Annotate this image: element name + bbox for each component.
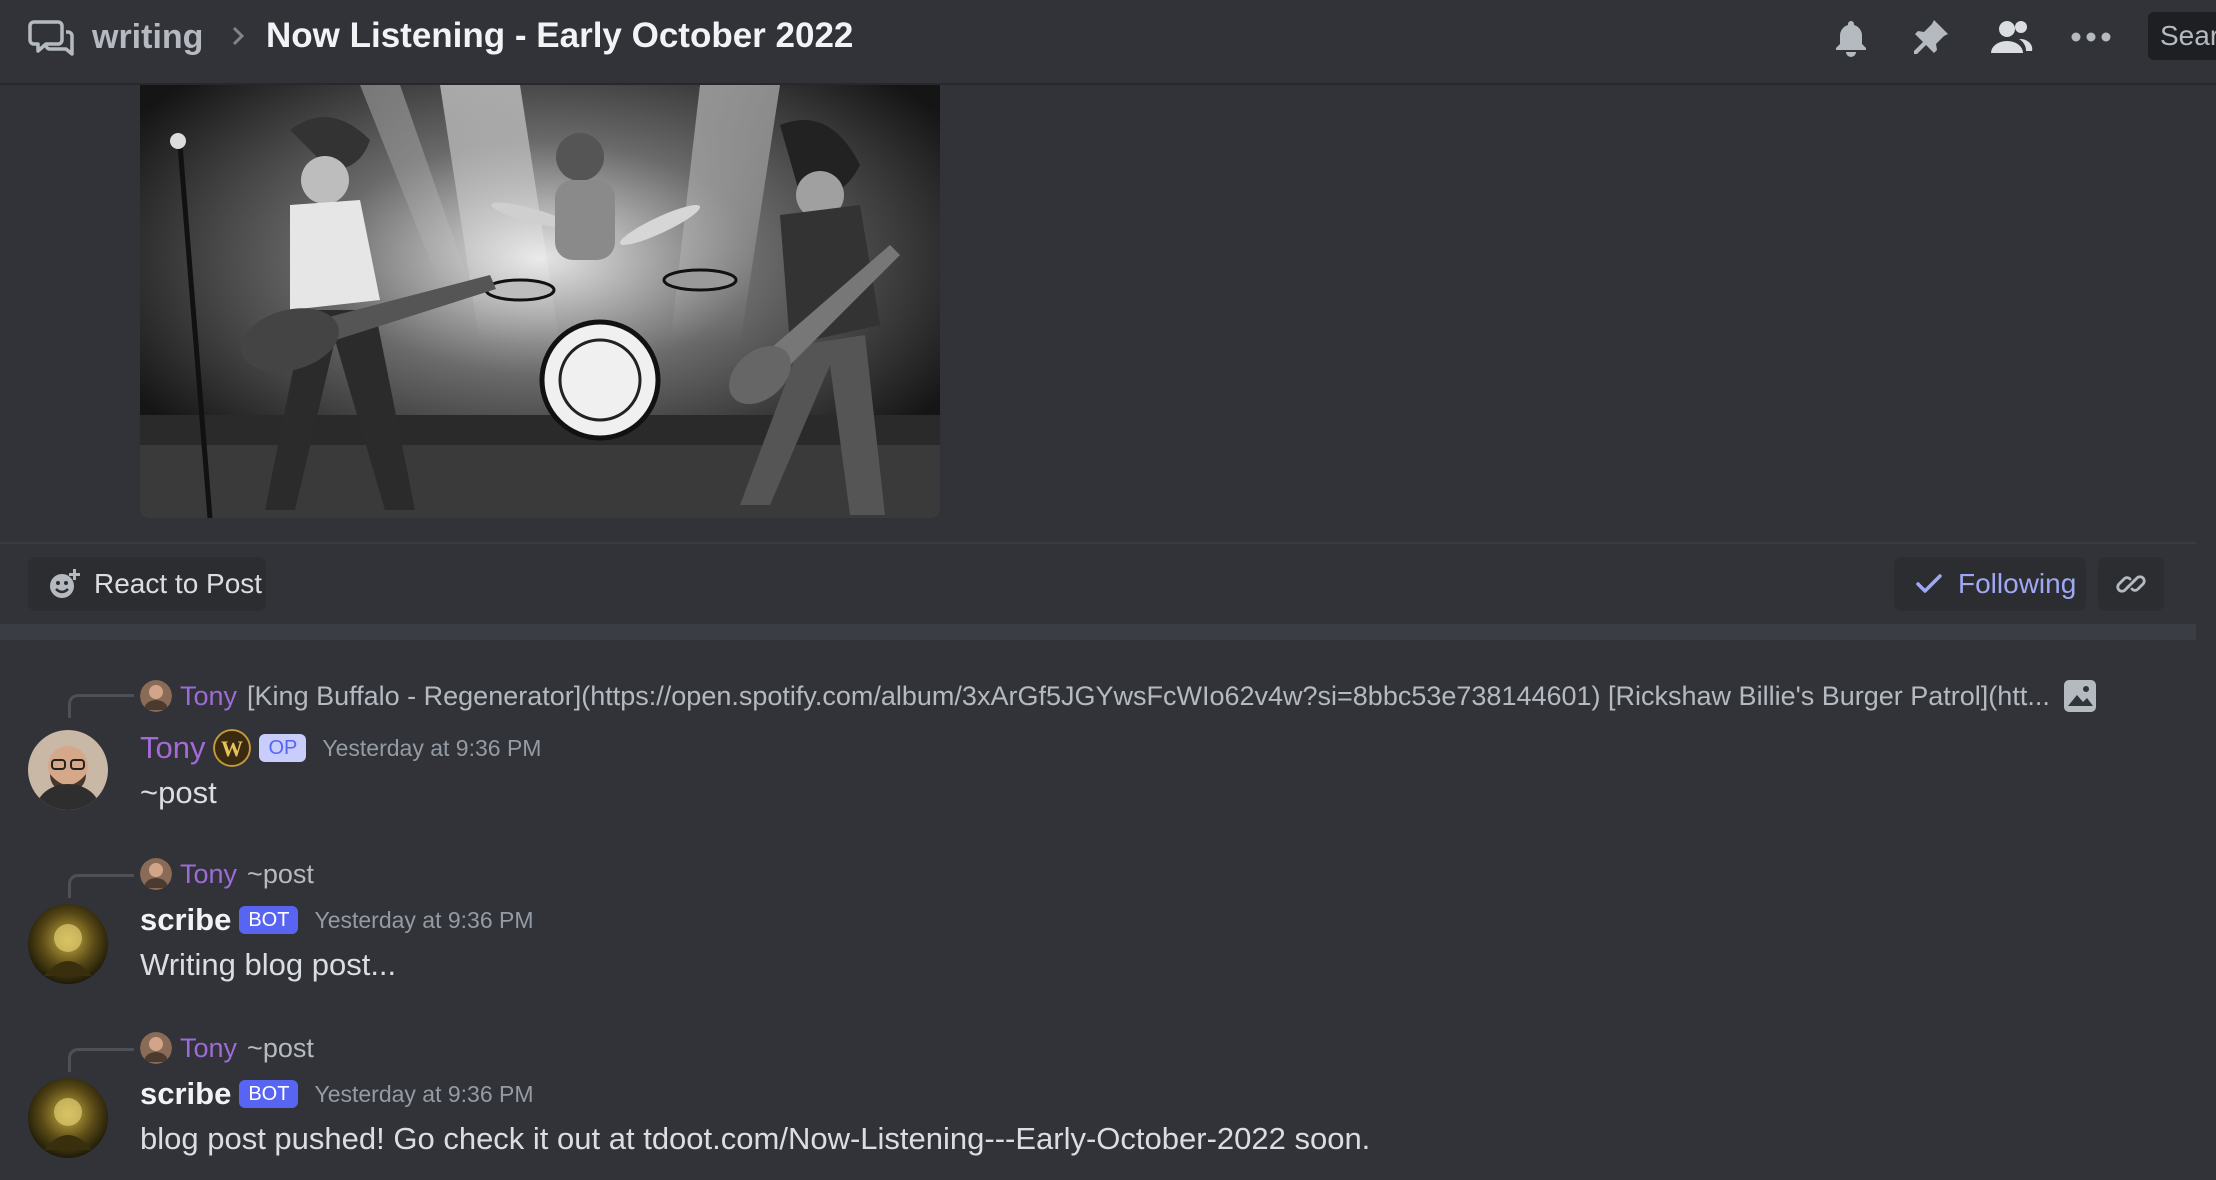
svg-text:W: W [221, 736, 243, 761]
reply-spine [68, 1048, 134, 1072]
reply-spine [68, 694, 134, 718]
avatar [140, 1032, 172, 1064]
thread-title: Now Listening - Early October 2022 [266, 16, 854, 55]
reply-author[interactable]: Tony [180, 859, 237, 890]
author-name[interactable]: scribe [140, 1076, 231, 1112]
message-header: scribe BOT Yesterday at 9:36 PM [140, 1072, 534, 1116]
bot-badge: BOT [239, 906, 299, 934]
divider [0, 542, 2196, 544]
reply-text: ~post [247, 858, 314, 889]
message-header: scribe BOT Yesterday at 9:36 PM [140, 898, 534, 942]
threads-icon [28, 20, 74, 56]
reply-spine [68, 874, 134, 898]
following-label: Following [1958, 568, 2077, 599]
avatar [140, 680, 172, 712]
timestamp: Yesterday at 9:36 PM [314, 1080, 534, 1107]
bell-icon [1836, 21, 1866, 57]
author-name[interactable]: Tony [140, 730, 205, 766]
add-reaction-icon [50, 569, 80, 598]
op-badge: OP [259, 734, 307, 762]
message-header: Tony W OP Yesterday at 9:36 PM [140, 726, 541, 770]
search-input[interactable]: Search [2148, 12, 2216, 60]
avatar[interactable] [28, 1078, 108, 1158]
avatar [140, 858, 172, 890]
role-badge-icon: W [213, 729, 252, 767]
reply-text: ~post [247, 1032, 314, 1063]
more-options-button[interactable] [2066, 12, 2116, 62]
link-icon [2116, 575, 2146, 593]
check-icon [1916, 574, 1942, 593]
copy-link-button[interactable] [2098, 557, 2164, 611]
notification-button[interactable] [1826, 12, 1876, 62]
avatar[interactable] [28, 730, 108, 810]
react-to-post-button[interactable]: React to Post [28, 557, 266, 611]
pin-icon [1914, 20, 1948, 54]
message-content: blog post pushed! Go check it out at tdo… [140, 1121, 1371, 1156]
image-icon [2064, 680, 2096, 712]
timestamp: Yesterday at 9:36 PM [322, 734, 542, 761]
reply-preview[interactable]: Tony ~post [140, 1028, 314, 1068]
pinned-messages-button[interactable] [1906, 12, 1956, 62]
members-icon [1991, 21, 2033, 53]
thread-start-divider [0, 624, 2196, 640]
chevron-right-icon [232, 26, 245, 46]
more-icon [2071, 32, 2111, 42]
reply-author[interactable]: Tony [180, 1033, 237, 1064]
reply-preview[interactable]: Tony [King Buffalo - Regenerator](https:… [140, 676, 2050, 716]
message-content: Writing blog post... [140, 947, 397, 982]
members-button[interactable] [1986, 12, 2036, 62]
parent-channel-name[interactable]: writing [92, 14, 203, 60]
reply-preview[interactable]: Tony ~post [140, 854, 314, 894]
avatar[interactable] [28, 904, 108, 984]
reply-text: [King Buffalo - Regenerator](https://ope… [247, 680, 2050, 711]
message-content: ~post [140, 775, 217, 810]
bot-badge: BOT [239, 1080, 299, 1108]
timestamp: Yesterday at 9:36 PM [314, 906, 534, 933]
post-image-attachment[interactable] [140, 85, 940, 518]
author-name[interactable]: scribe [140, 902, 231, 938]
channel-header: writing Now Listening - Early October 20… [0, 0, 2216, 85]
react-to-post-label: React to Post [94, 568, 263, 599]
following-button[interactable]: Following [1894, 557, 2086, 611]
reply-author[interactable]: Tony [180, 681, 237, 712]
